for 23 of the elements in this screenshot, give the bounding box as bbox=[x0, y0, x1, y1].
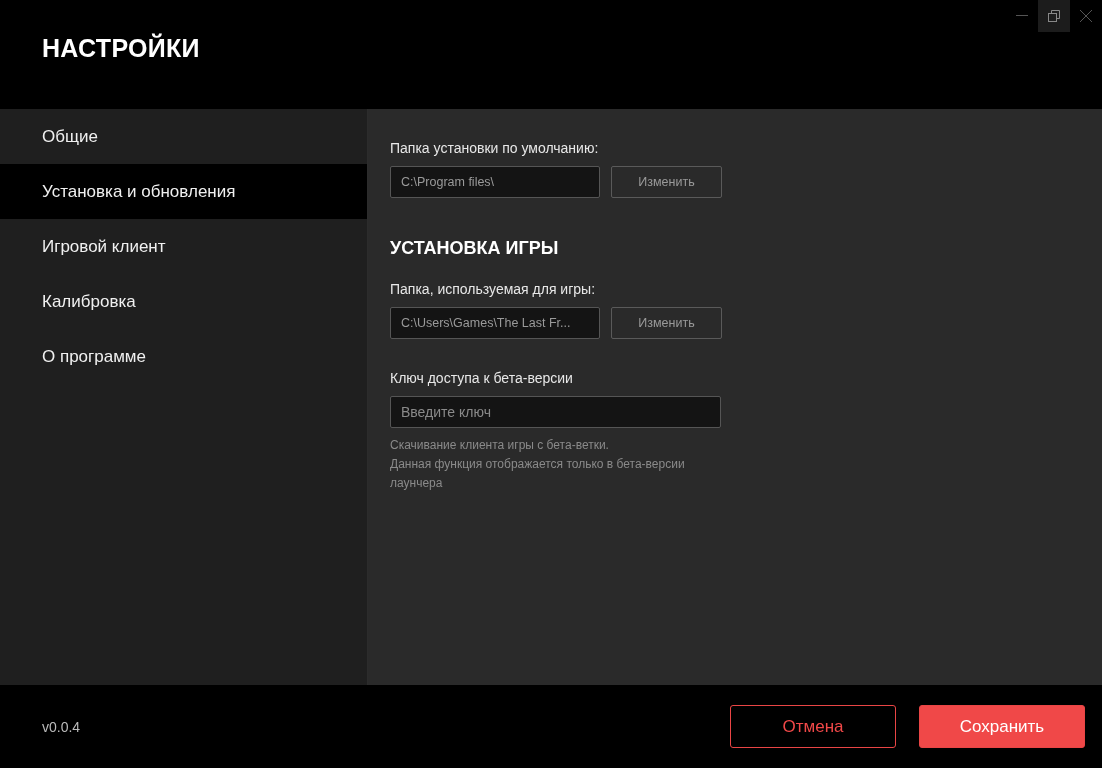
save-button[interactable]: Сохранить bbox=[919, 705, 1085, 748]
sidebar-item[interactable]: Игровой клиент bbox=[0, 219, 367, 274]
hint-text: Скачивание клиента игры с бета-ветки. Данная функция отображается только в бета-версии лаунчера bbox=[390, 437, 686, 492]
sidebar-item[interactable]: Калибровка bbox=[0, 274, 367, 329]
sidebar-item[interactable]: Общие bbox=[0, 109, 367, 164]
close-icon bbox=[1080, 10, 1092, 22]
path-field[interactable]: C:\Users\Games\The Last Fr... bbox=[390, 307, 600, 339]
field-label: Папка, используемая для игры: bbox=[390, 281, 597, 297]
restore-icon bbox=[1048, 10, 1060, 22]
sidebar-item[interactable]: О программе bbox=[0, 329, 367, 384]
sidebar-item[interactable]: Установка и обновления bbox=[0, 164, 367, 219]
restore-button[interactable] bbox=[1038, 0, 1070, 32]
change-button[interactable]: Изменить bbox=[611, 307, 722, 339]
window-title: НАСТРОЙКИ bbox=[42, 34, 200, 63]
version-text: v0.0.4 bbox=[42, 718, 81, 735]
field-label: Папка установки по умолчанию: bbox=[390, 140, 600, 156]
key-input-field[interactable]: Введите ключ bbox=[390, 396, 721, 428]
change-button[interactable]: Изменить bbox=[611, 166, 722, 198]
section-title: УСТАНОВКА ИГРЫ bbox=[390, 238, 560, 259]
cancel-button[interactable]: Отмена bbox=[730, 705, 896, 748]
path-field[interactable]: C:\Program files\ bbox=[390, 166, 600, 198]
field-label: Ключ доступа к бета-версии bbox=[390, 370, 574, 386]
minimize-icon bbox=[1016, 15, 1028, 17]
